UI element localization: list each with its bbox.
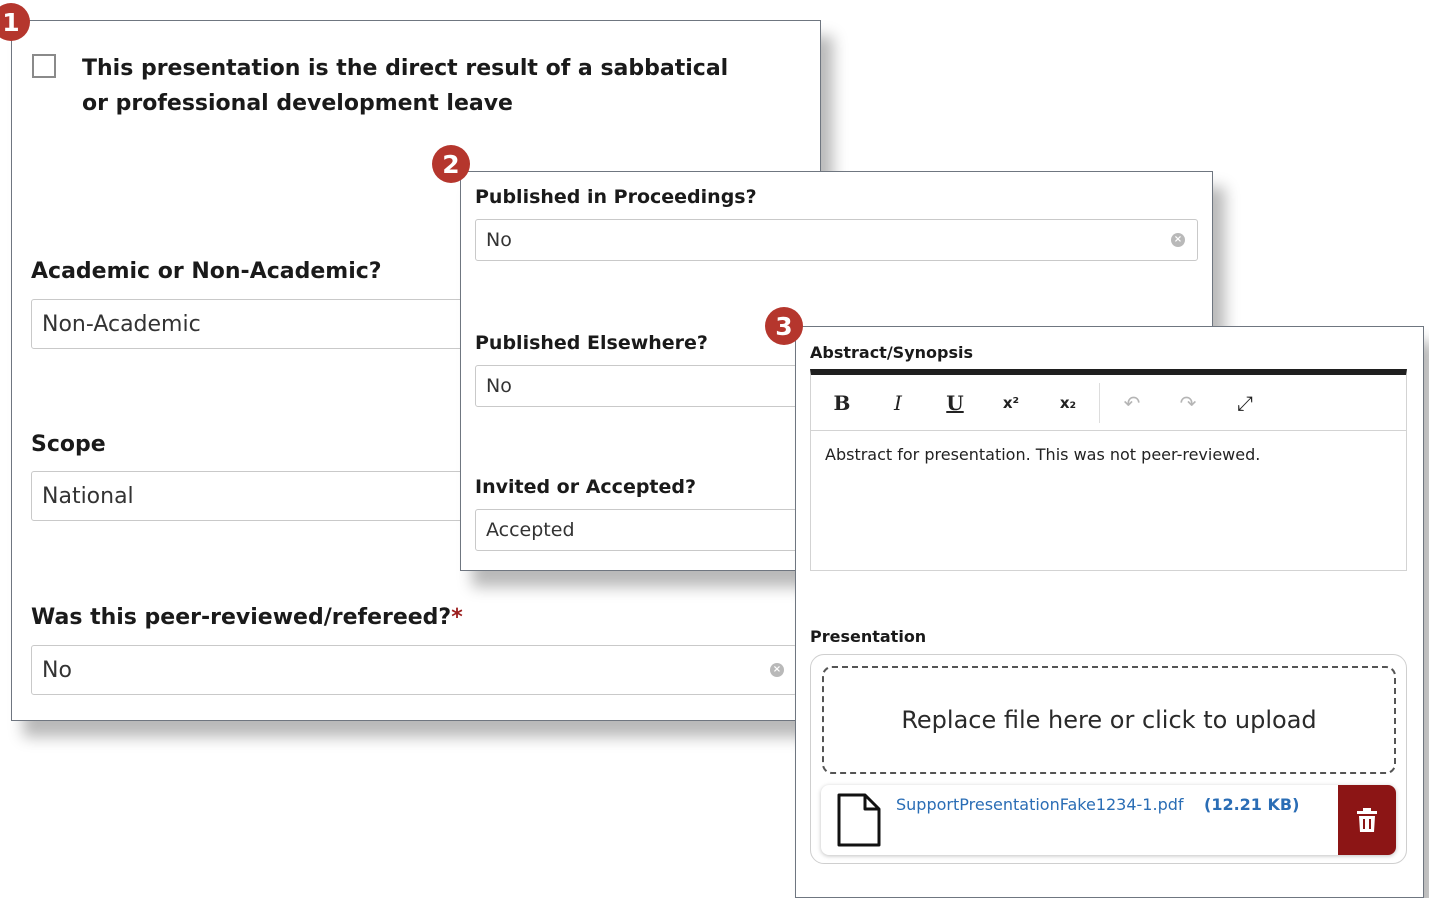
peer-reviewed-select-value: No	[42, 657, 72, 683]
underline-button[interactable]: U	[940, 388, 970, 418]
file-name-link[interactable]: SupportPresentationFake1234-1.pdf	[896, 795, 1184, 814]
bold-button[interactable]: B	[827, 388, 857, 418]
undo-icon[interactable]: ↶	[1117, 388, 1147, 418]
proceedings-select[interactable]: No ×	[475, 219, 1198, 261]
toolbar-separator	[1099, 383, 1100, 423]
published-elsewhere-select-value: No	[486, 375, 512, 397]
sabbatical-checkbox-label: This presentation is the direct result o…	[82, 56, 729, 116]
invited-accepted-select-value: Accepted	[486, 519, 575, 541]
uploaded-file-row: SupportPresentationFake1234-1.pdf (12.21…	[821, 785, 1396, 855]
abstract-label: Abstract/Synopsis	[810, 343, 973, 362]
scope-label: Scope	[31, 432, 106, 457]
scope-select-value: National	[42, 483, 134, 509]
required-marker: *	[451, 605, 463, 630]
presentation-upload: Replace file here or click to upload Sup…	[810, 654, 1407, 864]
clear-icon[interactable]: ×	[1171, 233, 1185, 247]
step-badge-2: 2	[432, 145, 470, 183]
form-panel-3: Abstract/Synopsis B I U x² x₂ ↶ ↷ ⤢ Abst…	[795, 326, 1424, 898]
trash-icon	[1357, 808, 1377, 832]
dropzone-text: Replace file here or click to upload	[901, 706, 1317, 734]
subscript-button[interactable]: x₂	[1053, 388, 1083, 418]
invited-accepted-label: Invited or Accepted?	[475, 476, 697, 498]
redo-icon[interactable]: ↷	[1173, 388, 1203, 418]
presentation-label: Presentation	[810, 627, 927, 646]
sabbatical-checkbox[interactable]	[32, 54, 56, 78]
editor-toolbar: B I U x² x₂ ↶ ↷ ⤢	[811, 375, 1406, 431]
file-icon	[837, 793, 881, 847]
italic-button[interactable]: I	[883, 388, 913, 418]
abstract-text-area[interactable]: Abstract for presentation. This was not …	[825, 445, 1260, 464]
academic-select-value: Non-Academic	[42, 311, 201, 337]
file-size: (12.21 KB)	[1204, 795, 1300, 814]
clear-icon[interactable]: ×	[770, 663, 784, 677]
proceedings-select-value: No	[486, 229, 512, 251]
peer-reviewed-select[interactable]: No ×	[31, 645, 797, 695]
superscript-button[interactable]: x²	[996, 388, 1026, 418]
proceedings-label: Published in Proceedings?	[475, 186, 757, 208]
academic-label: Academic or Non-Academic?	[31, 259, 382, 284]
file-dropzone[interactable]: Replace file here or click to upload	[822, 666, 1396, 774]
peer-reviewed-label-text: Was this peer-reviewed/refereed?	[31, 605, 452, 630]
peer-reviewed-label: Was this peer-reviewed/refereed?*	[31, 605, 463, 630]
published-elsewhere-label: Published Elsewhere?	[475, 332, 708, 354]
abstract-editor: B I U x² x₂ ↶ ↷ ⤢ Abstract for presentat…	[810, 369, 1407, 571]
delete-file-button[interactable]	[1338, 785, 1396, 855]
step-badge-3: 3	[765, 307, 803, 345]
fullscreen-icon[interactable]: ⤢	[1230, 388, 1260, 418]
